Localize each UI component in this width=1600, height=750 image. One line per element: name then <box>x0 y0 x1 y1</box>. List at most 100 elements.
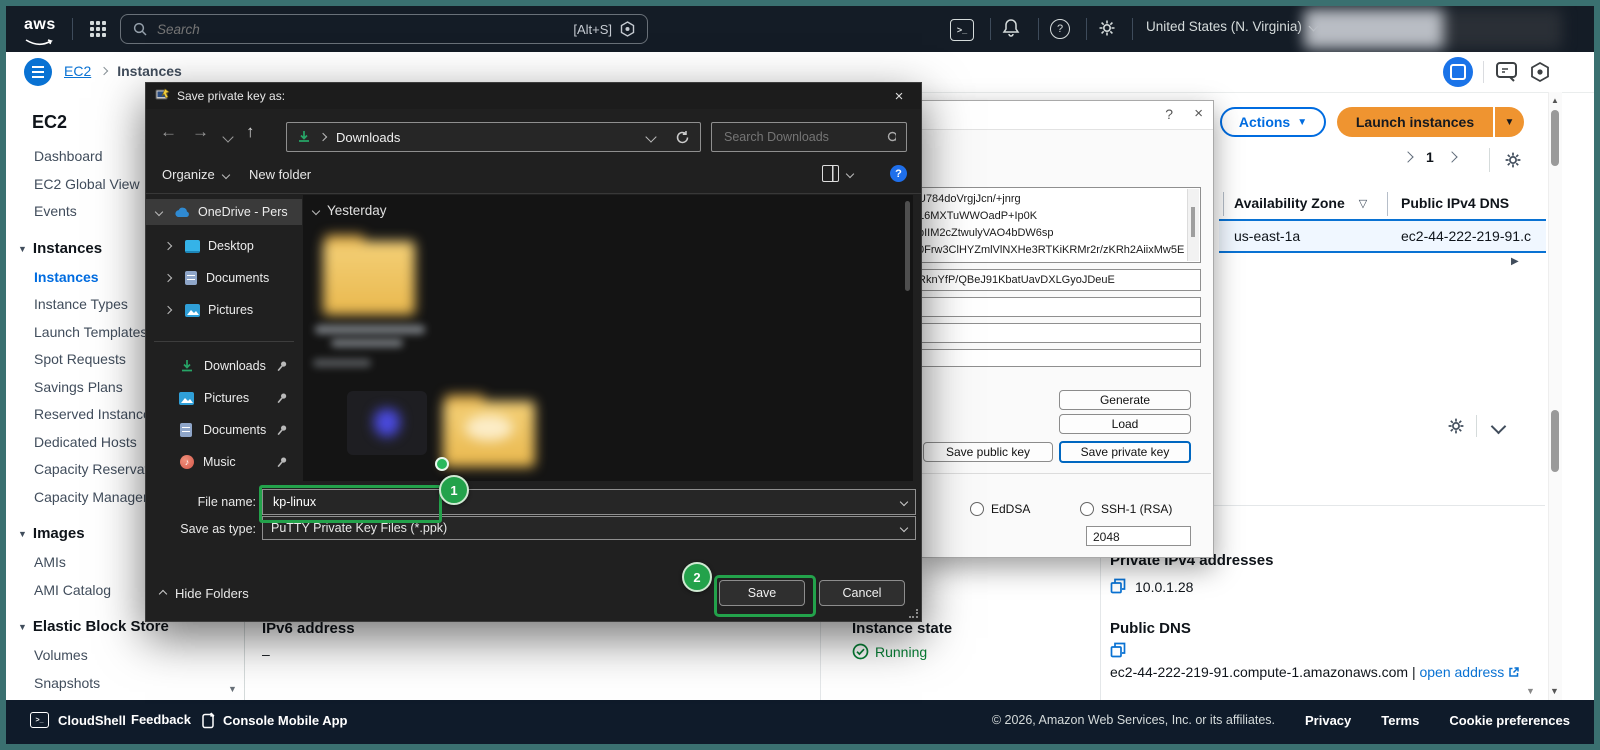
notifications-bell-icon[interactable] <box>1002 18 1020 38</box>
sidebar-item-volumes[interactable]: Volumes <box>6 642 244 670</box>
chevron-down-icon[interactable] <box>899 497 909 507</box>
file-name-combo[interactable] <box>262 489 916 515</box>
next-page-icon[interactable] <box>1446 151 1458 163</box>
footer-cookie-link[interactable]: Cookie preferences <box>1449 713 1570 728</box>
collapse-panel-chevron-icon[interactable] <box>1490 418 1507 435</box>
putty-generate-button[interactable]: Generate <box>1059 390 1191 410</box>
putty-help-button[interactable]: ? <box>1165 106 1173 122</box>
putty-bits-field[interactable]: 2048 <box>1086 526 1191 546</box>
chevron-down-icon[interactable] <box>899 523 909 533</box>
amazon-q-icon[interactable] <box>620 21 635 37</box>
file-name-input[interactable] <box>271 494 901 510</box>
instance-table-row[interactable]: us-east-1a ec2-44-222-219-91.c <box>1219 219 1546 253</box>
blurred-file-item[interactable] <box>347 391 427 455</box>
blurred-folder-item[interactable] <box>323 235 415 315</box>
dialog-search-input[interactable] <box>722 129 887 145</box>
scroll-up-icon[interactable]: ▲ <box>1551 96 1559 105</box>
scrollbar-thumb[interactable] <box>1551 110 1559 166</box>
putty-save-private-key-button[interactable]: Save private key <box>1059 441 1191 463</box>
expand-row-icon[interactable]: ▶ <box>1511 256 1519 267</box>
tree-item-desktop[interactable]: Desktop <box>146 233 302 259</box>
putty-comment-field[interactable] <box>921 297 1201 317</box>
tree-item-downloads-pinned[interactable]: Downloads <box>146 353 302 379</box>
footer-privacy-link[interactable]: Privacy <box>1305 713 1351 728</box>
resize-grip[interactable] <box>909 609 919 619</box>
footer-feedback-link[interactable]: Feedback <box>131 712 191 727</box>
cancel-button[interactable]: Cancel <box>819 580 905 606</box>
search-box[interactable] <box>711 122 907 152</box>
launch-instances-caret-button[interactable]: ▼ <box>1495 107 1524 137</box>
table-settings-gear-icon[interactable] <box>1503 150 1523 170</box>
breadcrumb-service-link[interactable]: EC2 <box>64 63 91 79</box>
help-icon[interactable]: ? <box>1050 19 1070 39</box>
footer-terms-link[interactable]: Terms <box>1381 713 1419 728</box>
putty-close-button[interactable]: × <box>1194 105 1203 122</box>
view-options-button[interactable] <box>822 165 855 182</box>
dialog-help-button[interactable]: ? <box>890 165 907 182</box>
open-address-link[interactable]: open address <box>1419 664 1504 680</box>
putty-ssh1-radio[interactable]: SSH-1 (RSA) <box>1080 502 1172 516</box>
tree-item-documents-pinned[interactable]: Documents <box>146 417 302 443</box>
shield-hex-icon[interactable] <box>1529 61 1551 83</box>
sidebar-item-snapshots[interactable]: Snapshots <box>6 670 244 698</box>
save-button[interactable]: Save <box>719 580 805 606</box>
save-type-combo[interactable]: PuTTY Private Key Files (*.ppk) <box>262 516 916 540</box>
tree-item-music-pinned[interactable]: ♪ Music <box>146 449 302 475</box>
sidebar-scroll-down-icon[interactable]: ▼ <box>228 684 237 694</box>
settings-gear-icon[interactable] <box>1097 18 1117 38</box>
blurred-folder-item[interactable] <box>443 395 535 467</box>
details-settings-gear-icon[interactable] <box>1446 416 1466 436</box>
putty-confirm-passphrase-field[interactable] <box>921 349 1201 367</box>
scroll-down-icon[interactable]: ▼ <box>1550 686 1559 696</box>
copy-icon[interactable] <box>1110 578 1127 595</box>
dialog-close-button[interactable]: × <box>877 83 921 109</box>
refresh-icon[interactable] <box>675 130 690 145</box>
copy-icon[interactable] <box>1110 642 1127 659</box>
file-list-scrollbar-thumb[interactable] <box>905 201 910 291</box>
footer-mobile-app-link[interactable]: Console Mobile App <box>202 700 347 740</box>
page-number[interactable]: 1 <box>1426 149 1434 165</box>
putty-eddsa-radio[interactable]: EdDSA <box>970 502 1030 516</box>
group-header-yesterday[interactable]: Yesterday <box>311 203 387 218</box>
account-menu-blurred[interactable] <box>1304 9 1562 49</box>
column-header-dns[interactable]: Public IPv4 DNS <box>1401 195 1509 211</box>
sidebar-menu-button[interactable] <box>24 58 52 86</box>
putty-public-key-textarea[interactable]: U784doVrgjJcn/+jnrg L6MXTuWWOadP+Ip0K bI… <box>921 187 1201 263</box>
screen-share-icon[interactable] <box>1495 61 1519 83</box>
prev-page-icon[interactable] <box>1402 151 1414 163</box>
putty-fingerprint-field[interactable]: RknYfP/QBeJ91KbatUavDXLGyoJDeuE <box>921 269 1201 291</box>
column-divider[interactable] <box>1223 192 1224 216</box>
page-scrollbar[interactable] <box>1548 92 1562 700</box>
up-icon[interactable]: ↑ <box>246 122 255 142</box>
tree-item-pictures-pinned[interactable]: Pictures <box>146 385 302 411</box>
column-divider[interactable] <box>1387 192 1388 216</box>
putty-titlebar[interactable]: ? × <box>921 101 1213 129</box>
address-bar[interactable]: Downloads <box>286 122 701 152</box>
aws-logo[interactable]: aws <box>24 16 56 52</box>
tree-item-documents[interactable]: Documents <box>146 265 302 291</box>
scroll-down-icon[interactable]: ▼ <box>1526 686 1535 696</box>
scrollbar-thumb[interactable] <box>1551 410 1559 472</box>
actions-button[interactable]: Actions ▼ <box>1220 107 1326 137</box>
back-icon[interactable]: ← <box>160 122 177 142</box>
tree-item-pictures[interactable]: Pictures <box>146 297 302 323</box>
hide-folders-button[interactable]: Hide Folders <box>158 586 249 601</box>
services-grid-icon[interactable] <box>90 21 94 25</box>
new-folder-button[interactable]: New folder <box>249 167 311 182</box>
footer-cloudshell-button[interactable]: >_ CloudShell <box>30 700 126 740</box>
search-input[interactable] <box>155 20 574 38</box>
column-header-az[interactable]: Availability Zone ▽ <box>1234 195 1367 211</box>
global-search-bar[interactable]: [Alt+S] <box>120 14 648 44</box>
address-path[interactable]: Downloads <box>336 130 400 145</box>
dialog-titlebar[interactable]: Save private key as: × <box>146 83 921 109</box>
cloudshell-icon[interactable]: >_ <box>950 19 974 41</box>
tree-item-onedrive[interactable]: OneDrive - Pers <box>146 199 302 225</box>
putty-load-button[interactable]: Load <box>1059 414 1191 434</box>
address-dropdown-chevron-icon[interactable] <box>645 131 657 143</box>
putty-passphrase-field[interactable] <box>921 323 1201 343</box>
extension-icon[interactable] <box>1443 57 1473 87</box>
launch-instances-button[interactable]: Launch instances <box>1337 107 1493 137</box>
organize-menu[interactable]: Organize <box>162 167 230 182</box>
forward-icon[interactable]: → <box>192 122 209 142</box>
recent-locations-chevron-icon[interactable] <box>222 131 234 143</box>
